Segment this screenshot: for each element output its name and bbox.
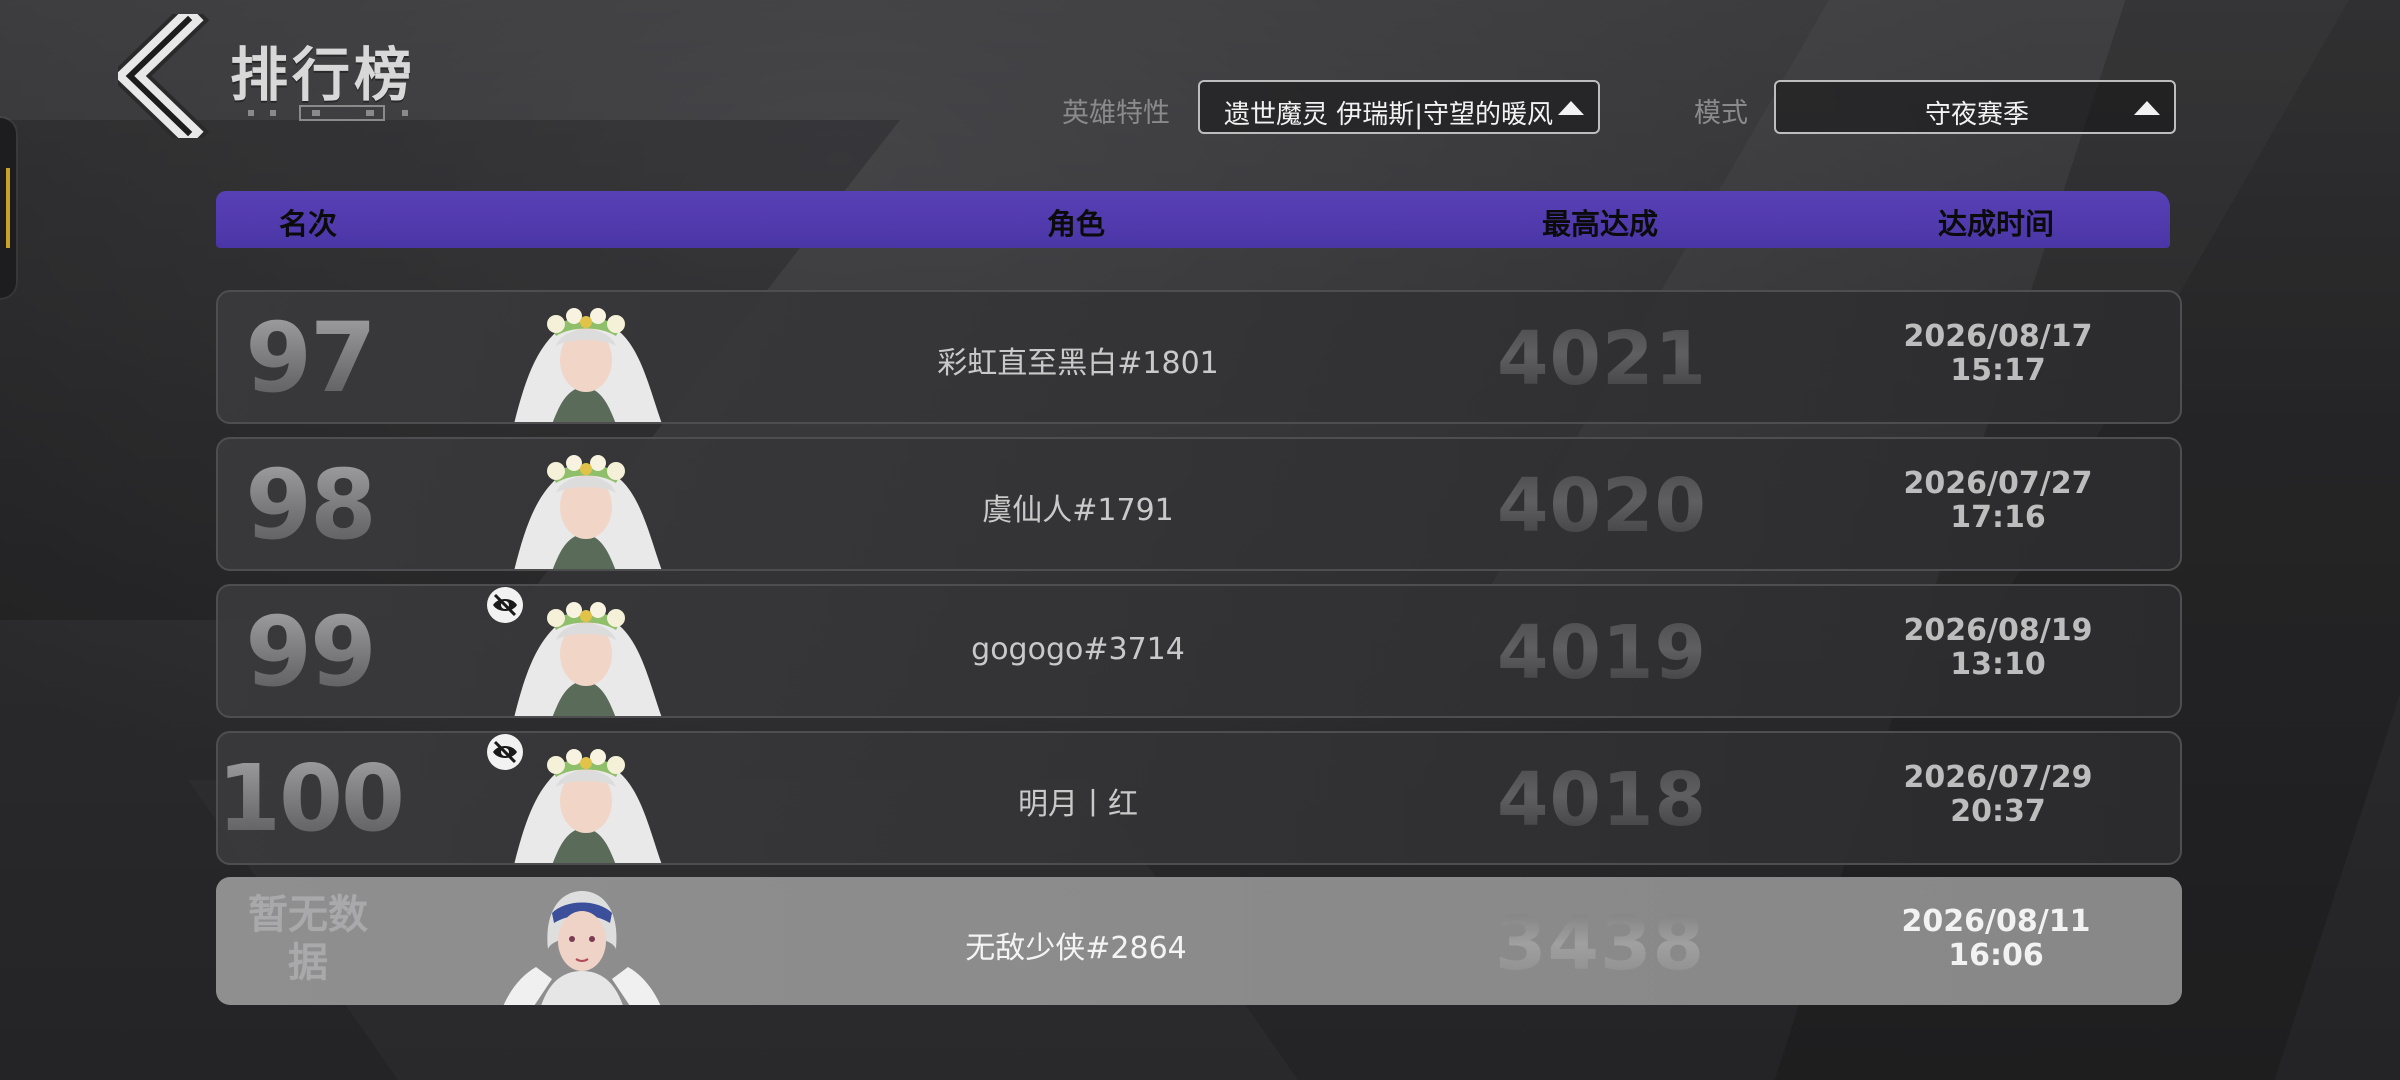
achieved-time: 2026/08/17 15:17 bbox=[1904, 320, 2093, 388]
player-name: 彩虹直至黑白#1801 bbox=[937, 346, 1219, 381]
mode-dropdown[interactable]: 守夜赛季 bbox=[1774, 80, 2176, 134]
rank-number: 100 bbox=[216, 745, 405, 852]
table-header: 名次 角色 最高达成 达成时间 bbox=[216, 191, 2170, 248]
triangle-up-icon bbox=[2134, 101, 2160, 115]
my-rank-status: 暂无数据 bbox=[248, 892, 368, 986]
mode-label: 模式 bbox=[1694, 98, 1748, 129]
best-score: 4019 bbox=[1497, 610, 1707, 696]
achieved-date: 2026/08/19 bbox=[1903, 613, 2093, 648]
achieved-clock: 20:37 bbox=[1950, 794, 2046, 829]
eye-off-icon bbox=[487, 587, 523, 623]
rank-number: 97 bbox=[245, 302, 377, 414]
triangle-up-icon bbox=[1558, 101, 1584, 115]
side-drawer-handle[interactable] bbox=[0, 118, 16, 298]
best-score: 4018 bbox=[1497, 757, 1707, 843]
page-title: 排行榜 bbox=[230, 41, 417, 109]
achieved-time: 2026/07/27 17:16 bbox=[1904, 467, 2093, 535]
table-row[interactable]: 100 明月丨红 4018 2026/07/29 20:37 bbox=[216, 731, 2182, 865]
rank-number: 99 bbox=[245, 596, 377, 708]
hero-avatar bbox=[514, 455, 662, 569]
achieved-clock: 16:06 bbox=[1948, 938, 2044, 973]
player-name: gogogo#3714 bbox=[971, 632, 1185, 667]
achieved-time: 2026/08/19 13:10 bbox=[1904, 614, 2093, 682]
column-header-rank: 名次 bbox=[278, 207, 338, 241]
mode-value: 守夜赛季 bbox=[1924, 100, 2029, 130]
column-header-character: 角色 bbox=[1046, 207, 1106, 241]
my-hero-avatar bbox=[503, 891, 661, 1005]
player-name: 虞仙人#1791 bbox=[982, 493, 1174, 528]
table-row[interactable]: 99 gogogo#3714 4019 2026/08/19 13:10 bbox=[216, 584, 2182, 718]
achieved-date: 2026/07/29 bbox=[1903, 760, 2093, 795]
achieved-date: 2026/08/11 bbox=[1901, 904, 2091, 939]
player-name: 无敌少侠#2864 bbox=[965, 931, 1187, 966]
side-drawer-accent bbox=[6, 168, 10, 248]
achieved-time: 2026/07/29 20:37 bbox=[1904, 761, 2093, 829]
title-decoration bbox=[248, 105, 408, 121]
eye-off-icon bbox=[487, 734, 523, 770]
leaderboard-screen: 排行榜 英雄特性 遗世魔灵 伊瑞斯|守望的暖风 模式 守夜赛季 名次 角色 最高… bbox=[0, 0, 2400, 1080]
achieved-date: 2026/07/27 bbox=[1903, 466, 2093, 501]
column-header-achieved-time: 达成时间 bbox=[1937, 207, 2055, 241]
achieved-time: 2026/08/11 16:06 bbox=[1902, 905, 2091, 973]
table-row[interactable]: 97 彩虹直至黑白#1801 4021 2026/08/17 15:17 bbox=[216, 290, 2182, 424]
best-score: 3438 bbox=[1495, 901, 1705, 987]
achieved-clock: 15:17 bbox=[1950, 353, 2046, 388]
hero-trait-dropdown[interactable]: 遗世魔灵 伊瑞斯|守望的暖风 bbox=[1198, 80, 1600, 134]
table-row[interactable]: 98 虞仙人#1791 4020 2026/07/27 17:16 bbox=[216, 437, 2182, 571]
achieved-date: 2026/08/17 bbox=[1903, 319, 2093, 354]
achieved-clock: 17:16 bbox=[1950, 500, 2046, 535]
my-rank-row[interactable]: 暂无数据 无敌少侠#2864 3438 2026/08/11 16:06 bbox=[216, 877, 2182, 1005]
best-score: 4020 bbox=[1497, 463, 1707, 549]
back-button[interactable] bbox=[108, 0, 214, 154]
rank-number: 98 bbox=[245, 449, 377, 561]
chevron-left-icon bbox=[108, 0, 210, 154]
best-score: 4021 bbox=[1497, 316, 1707, 402]
hero-trait-label: 英雄特性 bbox=[1062, 98, 1170, 129]
hero-trait-value: 遗世魔灵 伊瑞斯|守望的暖风 bbox=[1224, 100, 1554, 130]
hero-avatar bbox=[514, 308, 662, 422]
column-header-best-score: 最高达成 bbox=[1541, 207, 1659, 241]
achieved-clock: 13:10 bbox=[1950, 647, 2046, 682]
player-name: 明月丨红 bbox=[1018, 787, 1138, 822]
